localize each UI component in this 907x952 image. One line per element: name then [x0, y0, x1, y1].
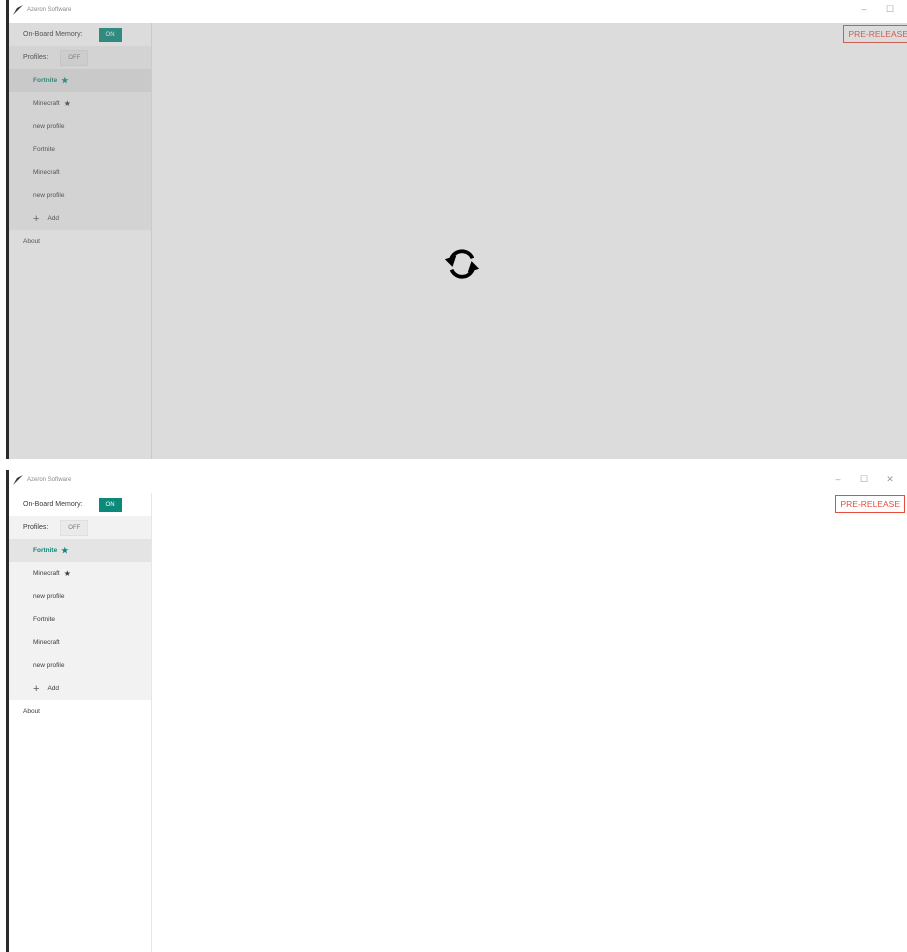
window-controls: – ☐ ✕ — [833, 474, 895, 485]
main-content: PRE-RELEASE — [152, 493, 907, 952]
profile-item[interactable]: new profile — [9, 585, 151, 608]
onboard-memory-label: On-Board Memory: — [23, 501, 83, 508]
sidebar: On-Board Memory: ON Profiles: OFF Fortni… — [9, 493, 152, 952]
profile-item[interactable]: Fortnite ★ — [9, 539, 151, 562]
profile-item[interactable]: Fortnite — [9, 608, 151, 631]
close-button[interactable]: ✕ — [885, 474, 895, 485]
title-bar: Azeron Software – ☐ ✕ — [9, 470, 907, 489]
profile-item[interactable]: Minecraft — [9, 631, 151, 654]
app-window: Azeron Software – ☐ ✕ On-Board Memory: O… — [0, 470, 907, 952]
plus-icon: + — [33, 682, 40, 695]
window-controls: – ☐ — [859, 4, 895, 15]
onboard-memory-row: On-Board Memory: ON — [9, 493, 151, 516]
profiles-row: Profiles: OFF — [9, 516, 151, 539]
star-icon: ★ — [63, 569, 71, 578]
title-bar: Azeron Software – ☐ — [9, 0, 907, 19]
profiles-toggle[interactable]: OFF — [60, 519, 89, 536]
window-title: Azeron Software — [27, 476, 72, 483]
add-label: Add — [47, 685, 60, 692]
maximize-button[interactable]: ☐ — [859, 474, 869, 485]
pre-release-badge: PRE-RELEASE — [835, 495, 905, 513]
minimize-button[interactable]: – — [859, 4, 869, 15]
onboard-memory-toggle[interactable]: ON — [98, 497, 122, 512]
sync-icon — [444, 249, 480, 279]
loading-overlay — [9, 23, 907, 459]
profile-item[interactable]: Minecraft ★ — [9, 562, 151, 585]
profiles-list: Fortnite ★ Minecraft ★ new profile Fortnit… — [9, 539, 151, 700]
profile-item[interactable]: new profile — [9, 654, 151, 677]
add-profile-button[interactable]: + Add — [9, 677, 151, 700]
app-window-loading: Azeron Software – ☐ On-Board Memory: ON … — [0, 0, 907, 459]
star-icon: ★ — [61, 546, 69, 555]
azeron-logo-icon — [12, 474, 24, 486]
minimize-button[interactable]: – — [833, 474, 843, 485]
maximize-button[interactable]: ☐ — [885, 4, 895, 15]
about-link[interactable]: About — [9, 700, 151, 723]
profiles-label: Profiles: — [23, 524, 49, 531]
window-title: Azeron Software — [27, 6, 72, 13]
azeron-logo-icon — [12, 4, 24, 16]
